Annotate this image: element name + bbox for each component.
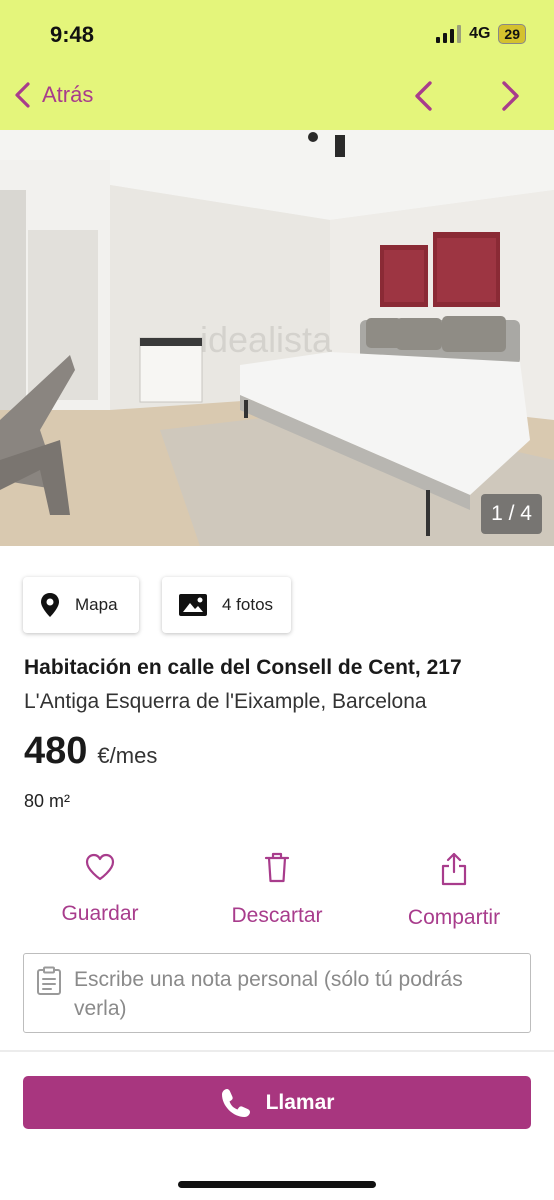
back-label: Atrás bbox=[42, 82, 94, 107]
share-button[interactable]: Compartir bbox=[400, 852, 508, 930]
call-button[interactable]: Llamar bbox=[23, 1076, 531, 1129]
next-listing-button[interactable] bbox=[496, 78, 524, 119]
save-label: Guardar bbox=[61, 902, 139, 925]
top-header: 9:48 4G 29 Atrás bbox=[0, 0, 554, 130]
personal-note-input[interactable]: Escribe una nota personal (sólo tú podrá… bbox=[23, 953, 531, 1033]
map-button-label: Mapa bbox=[75, 595, 118, 614]
share-label: Compartir bbox=[407, 906, 501, 929]
trash-icon bbox=[264, 852, 290, 883]
price-unit: €/mes bbox=[97, 743, 158, 768]
note-icon bbox=[37, 966, 61, 995]
status-indicators: 4G 29 bbox=[436, 24, 526, 44]
map-button[interactable]: Mapa bbox=[23, 577, 139, 633]
signal-icon bbox=[436, 25, 462, 43]
price-value: 480 bbox=[24, 730, 88, 772]
chevron-right-icon bbox=[502, 81, 519, 111]
note-placeholder: Escribe una nota personal (sólo tú podrá… bbox=[74, 968, 463, 1020]
discard-label: Descartar bbox=[231, 904, 323, 927]
discard-button[interactable]: Descartar bbox=[224, 852, 330, 928]
network-label: 4G bbox=[469, 25, 491, 42]
photo-counter: 1 / 4 bbox=[481, 494, 542, 534]
save-button[interactable]: Guardar bbox=[56, 852, 144, 926]
home-indicator bbox=[178, 1181, 376, 1188]
listing-location: L'Antiga Esquerra de l'Eixample, Barcelo… bbox=[24, 690, 427, 713]
back-button[interactable]: Atrás bbox=[12, 80, 93, 110]
call-label: Llamar bbox=[265, 1090, 335, 1114]
heart-icon bbox=[85, 853, 115, 881]
photos-button-label: 4 fotos bbox=[222, 595, 274, 614]
listing-area: 80 m² bbox=[24, 791, 71, 811]
battery-icon: 29 bbox=[498, 24, 526, 44]
listing-photo[interactable]: idealista 1 / 4 bbox=[0, 130, 554, 546]
chevron-left-icon bbox=[15, 82, 30, 108]
previous-listing-button[interactable] bbox=[410, 78, 438, 119]
watermark-text: idealista bbox=[200, 319, 333, 360]
image-icon bbox=[179, 594, 207, 616]
divider bbox=[0, 1050, 554, 1052]
phone-icon bbox=[221, 1088, 250, 1117]
chevron-left-icon bbox=[415, 81, 432, 111]
listing-price: 480 €/mes bbox=[24, 730, 157, 773]
share-icon bbox=[441, 852, 467, 886]
map-pin-icon bbox=[41, 593, 59, 617]
listing-title: Habitación en calle del Consell de Cent,… bbox=[24, 656, 462, 679]
bedroom-photo: idealista bbox=[0, 130, 554, 546]
photos-button[interactable]: 4 fotos bbox=[162, 577, 291, 633]
status-time: 9:48 bbox=[50, 22, 95, 47]
